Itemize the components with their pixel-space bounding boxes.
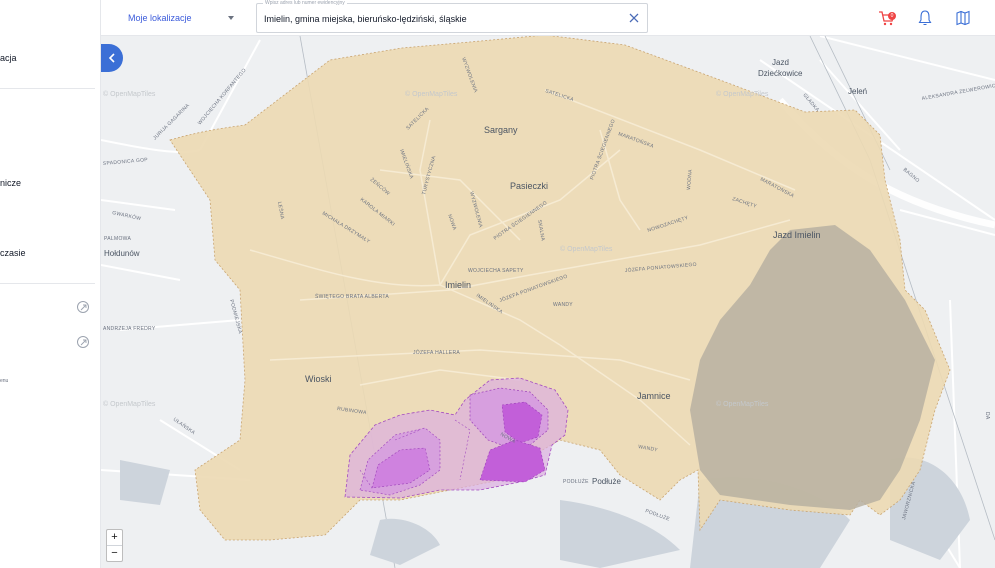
place-jamnice: Jamnice: [637, 391, 671, 401]
place-sargany: Sargany: [484, 125, 518, 135]
street-label: GWARKÓW: [112, 209, 142, 222]
place-pasieczki: Pasieczki: [510, 181, 548, 191]
street-label: PODŁUŻE: [644, 507, 671, 522]
place-wioski: Wioski: [305, 374, 332, 384]
external-link-icon[interactable]: [77, 336, 89, 348]
notifications-button[interactable]: [916, 9, 934, 27]
map-layers-button[interactable]: [954, 9, 972, 27]
place-holdunow: Hołdunów: [104, 249, 140, 258]
cart-button[interactable]: 0: [878, 9, 896, 27]
street-label: UŁAŃSKA: [172, 416, 197, 437]
street-label: PODŁUŻE: [563, 478, 589, 485]
sidebar-divider: [0, 88, 95, 89]
street-label: JÓZEFA HALLERA: [413, 349, 460, 356]
map-view[interactable]: © OpenMapTiles © OpenMapTiles © OpenMapT…: [101, 36, 995, 568]
zoom-control: + −: [106, 529, 123, 562]
sidebar-divider: [0, 283, 95, 284]
chevron-down-icon: [228, 16, 234, 20]
street-label: SPADONICA GOP: [103, 157, 149, 167]
street-label: ANDRZEJA FREDRY: [103, 326, 156, 332]
location-select-label: Moje lokalizacje: [128, 13, 192, 23]
street-label: PALMOWA: [104, 236, 131, 242]
bell-icon: [918, 10, 932, 26]
sidebar-tiny-text: enu: [0, 378, 9, 384]
cart-count-badge: 0: [888, 12, 896, 20]
sidebar-item-czasie[interactable]: czasie: [0, 248, 26, 258]
place-jazd: Jazd: [772, 58, 789, 67]
external-link-icon[interactable]: [77, 301, 89, 313]
watermark-text: © OpenMapTiles: [103, 90, 156, 98]
place-jazd-imielin: Jazd Imielin: [773, 230, 821, 240]
location-select[interactable]: Moje lokalizacje: [101, 0, 246, 36]
close-icon[interactable]: [628, 12, 640, 24]
watermark-text: © OpenMapTiles: [716, 400, 769, 408]
street-label: BAGNO: [902, 167, 921, 184]
sidebar-item-lokalizacja[interactable]: acja: [0, 53, 17, 63]
street-label: ALEKSANDRA ZELWEROWICZA: [921, 82, 995, 102]
street-label: WOJCIECHA KORFANTEGO: [197, 67, 248, 126]
zoom-out-button[interactable]: −: [107, 546, 122, 562]
place-imielin: Imielin: [445, 280, 471, 290]
street-label: DA: [984, 412, 990, 420]
sidebar: acja nicze czasie enu: [0, 0, 101, 568]
street-label: WANDY: [553, 302, 573, 308]
search-input[interactable]: Imielin, gmina miejska, bieruńsko-lędziń…: [264, 14, 467, 24]
zoom-in-button[interactable]: +: [107, 530, 122, 546]
sidebar-item-granice[interactable]: nicze: [0, 178, 21, 188]
search-field[interactable]: Wpisz adres lub numer ewidencyjny Imieli…: [256, 0, 648, 33]
street-label: ŚWIĘTEGO BRATA ALBERTA: [315, 292, 389, 300]
topbar: Moje lokalizacje Wpisz adres lub numer e…: [101, 0, 995, 36]
watermark-text: © OpenMapTiles: [103, 400, 156, 408]
search-label: Wpisz adres lub numer ewidencyjny: [263, 0, 347, 6]
watermark-text: © OpenMapTiles: [405, 90, 458, 98]
place-podluze: Podłuże: [592, 477, 621, 486]
street-label: WOJCIECHA SAPETY: [468, 268, 524, 274]
watermark-text: © OpenMapTiles: [716, 90, 769, 98]
chevron-left-icon: [108, 53, 115, 63]
place-dzieckowice: Dziećkowice: [758, 69, 803, 78]
map-icon: [956, 10, 970, 26]
watermark-text: © OpenMapTiles: [560, 245, 613, 253]
place-jelen: Jeleń: [848, 87, 867, 96]
map-canvas: © OpenMapTiles © OpenMapTiles © OpenMapT…: [101, 36, 995, 568]
street-label: JURIJA GAGARINA: [152, 102, 191, 141]
